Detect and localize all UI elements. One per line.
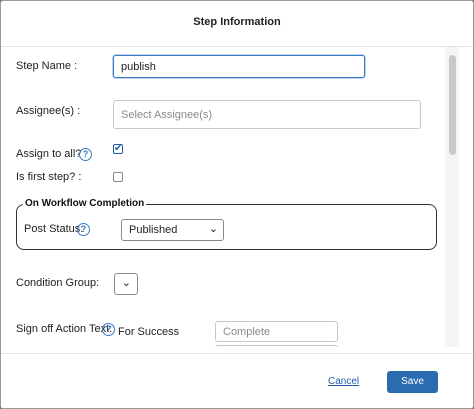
scrollbar-thumb[interactable] — [449, 55, 456, 155]
condition-group-label: Condition Group: — [16, 277, 100, 289]
post-status-value: Published — [129, 224, 178, 236]
chevron-down-icon: ⌄ — [208, 223, 218, 235]
for-failure-input[interactable] — [215, 345, 338, 347]
post-status-select[interactable]: Published ⌄ — [121, 219, 224, 241]
cancel-link[interactable]: Cancel — [328, 376, 359, 387]
save-button[interactable]: Save — [387, 371, 438, 393]
dialog-body: Step Name : Assignee(s) : Assign to all?… — [1, 47, 473, 347]
step-information-dialog: Step Information Step Name : Assignee(s)… — [0, 0, 474, 409]
is-first-step-checkbox[interactable] — [113, 172, 123, 182]
assignees-select-input[interactable] — [113, 100, 421, 129]
dialog-scrollbar[interactable] — [445, 47, 459, 347]
sign-off-help-icon[interactable]: ? — [102, 323, 115, 336]
condition-group-select[interactable]: ⌄ — [114, 273, 138, 295]
dialog-footer: Cancel Save — [1, 353, 473, 408]
chevron-down-icon: ⌄ — [121, 277, 131, 289]
post-status-help-icon[interactable]: ? — [77, 223, 90, 236]
assign-to-all-label: Assign to all? — [16, 148, 82, 160]
sign-off-label: Sign off Action Text: — [16, 323, 113, 335]
dialog-title: Step Information — [193, 16, 281, 28]
dialog-header: Step Information — [1, 1, 473, 47]
post-status-label: Post Status: — [24, 223, 84, 235]
assign-to-all-help-icon[interactable]: ? — [79, 148, 92, 161]
for-success-label: For Success — [118, 326, 180, 338]
on-completion-legend: On Workflow Completion — [23, 198, 147, 209]
assign-to-all-checkbox[interactable]: ✔ — [113, 144, 123, 154]
assignees-label: Assignee(s) : — [16, 105, 81, 117]
for-success-input[interactable] — [215, 321, 338, 342]
checkmark-icon: ✔ — [114, 143, 123, 154]
step-name-input[interactable] — [113, 55, 365, 78]
is-first-step-label: Is first step? : — [16, 171, 82, 183]
step-name-label: Step Name : — [16, 60, 78, 72]
